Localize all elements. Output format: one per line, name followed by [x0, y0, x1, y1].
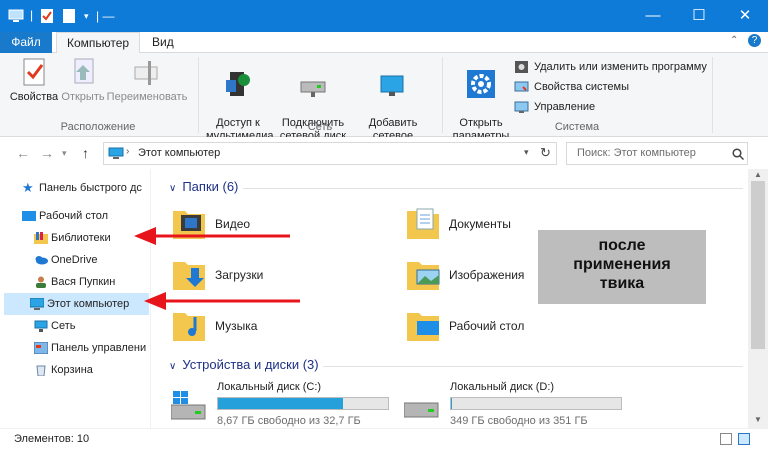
large-icons-view-icon[interactable]	[738, 433, 750, 445]
system-properties-icon	[514, 81, 529, 92]
back-button[interactable]: ←	[16, 145, 30, 161]
nav-control-panel[interactable]: Панель управлени	[34, 337, 161, 359]
help-icon[interactable]: ?	[748, 34, 761, 47]
computer-icon	[8, 9, 24, 22]
minimize-button[interactable]: —	[630, 0, 676, 32]
scrollbar-thumb[interactable]	[751, 181, 765, 349]
pictures-folder-icon	[407, 262, 440, 290]
properties-quick-icon[interactable]	[40, 8, 54, 24]
onedrive-icon	[35, 256, 48, 265]
rename-icon	[134, 61, 158, 85]
nav-this-pc[interactable]: Этот компьютер	[4, 293, 149, 315]
ribbon-separator	[198, 57, 199, 133]
star-icon: ★	[22, 180, 34, 195]
folders-section-header[interactable]: ∨ Папки (6)	[169, 179, 238, 194]
system-properties-button[interactable]: Свойства системы	[514, 79, 629, 95]
uninstall-icon	[515, 61, 528, 73]
forward-button[interactable]: →	[40, 145, 54, 161]
item-count: Элементов: 10	[14, 433, 90, 445]
open-icon	[74, 58, 94, 84]
manage-icon	[514, 101, 529, 113]
nav-onedrive[interactable]: OneDrive	[34, 249, 161, 271]
properties-button[interactable]: Свойства	[8, 57, 60, 104]
group-network-label: Сеть	[307, 121, 333, 133]
devices-section-header[interactable]: ∨ Устройства и диски (3)	[169, 357, 319, 372]
drive-usage-bar	[217, 397, 389, 410]
section-divider	[323, 366, 743, 367]
chevron-down-icon: ∨	[169, 183, 177, 194]
quick-access-dropdown-icon[interactable]: ▾	[84, 8, 89, 24]
drive-item[interactable]: Локальный диск (C:) 8,67 ГБ свободно из …	[171, 381, 389, 431]
navigation-pane: ★ Панель быстрого дс Рабочий стол Библио…	[0, 169, 149, 428]
user-icon	[36, 276, 46, 288]
libraries-icon	[34, 232, 48, 244]
documents-folder-icon	[407, 208, 439, 239]
network-drive-icon	[300, 81, 326, 97]
gear-icon	[467, 70, 495, 98]
downloads-folder-icon	[173, 262, 205, 290]
breadcrumb-chevron-icon[interactable]: ›	[126, 146, 129, 157]
details-view-icon[interactable]	[720, 433, 732, 445]
drive-icon	[404, 402, 439, 418]
maximize-button[interactable]: ☐	[676, 0, 722, 32]
nav-recycle-bin[interactable]: Корзина	[34, 359, 161, 381]
computer-icon	[108, 147, 124, 159]
desktop-folder-icon	[407, 313, 439, 341]
title-bar: | ▾ | — — ☐ ✕	[0, 0, 768, 32]
group-location-label: Расположение	[60, 121, 136, 133]
tab-file[interactable]: Файл	[0, 32, 52, 53]
scroll-down-icon[interactable]: ▼	[754, 415, 762, 424]
ribbon-separator	[712, 57, 713, 133]
status-bar: Элементов: 10	[0, 428, 768, 452]
address-dropdown-icon[interactable]: ▾	[524, 147, 529, 158]
drive-usage-bar	[450, 397, 622, 410]
vertical-scrollbar[interactable]: ▲ ▼	[748, 169, 768, 428]
ribbon-separator	[442, 57, 443, 133]
refresh-icon[interactable]: ↻	[540, 145, 551, 161]
drive-item[interactable]: Локальный диск (D:) 349 ГБ свободно из 3…	[404, 381, 622, 431]
new-folder-quick-icon[interactable]	[62, 8, 76, 24]
desktop-icon	[22, 211, 36, 221]
tweak-note: после применения твика	[538, 230, 706, 304]
uninstall-program-button[interactable]: Удалить или изменить программу	[514, 59, 707, 75]
ribbon: Свойства Открыть Переименовать Расположе…	[0, 53, 768, 155]
ribbon-tabs: Файл Компьютер Вид ⌃ ?	[0, 32, 768, 54]
media-access-icon	[226, 72, 250, 96]
nav-network[interactable]: Сеть	[34, 315, 161, 337]
chevron-down-icon: ∨	[169, 361, 177, 372]
folder-item[interactable]: Музыка	[171, 307, 351, 347]
nav-desktop[interactable]: Рабочий стол	[22, 205, 149, 227]
close-button[interactable]: ✕	[722, 0, 768, 32]
tab-computer[interactable]: Компьютер	[56, 32, 141, 54]
folder-item[interactable]: Рабочий стол	[405, 307, 585, 347]
properties-icon	[23, 58, 45, 86]
windows-drive-icon	[171, 391, 206, 420]
breadcrumb[interactable]: Этот компьютер	[138, 147, 220, 159]
network-icon	[34, 320, 48, 332]
address-row: ← → ▾ ↑ › Этот компьютер ▾ ↻ Поиск: Этот…	[0, 137, 768, 169]
open-button[interactable]: Открыть	[60, 57, 106, 104]
address-bar[interactable]: › Этот компьютер ▾ ↻	[103, 142, 557, 165]
computer-icon	[30, 298, 44, 310]
manage-button[interactable]: Управление	[514, 99, 595, 115]
control-panel-icon	[34, 342, 48, 354]
up-button[interactable]: ↑	[82, 145, 89, 161]
search-icon	[732, 148, 744, 160]
recycle-bin-icon	[36, 365, 46, 376]
music-folder-icon	[173, 313, 205, 341]
window-title: | —	[96, 9, 115, 23]
nav-quick-access[interactable]: ★ Панель быстрого дс	[22, 177, 149, 199]
red-arrow-this-pc	[144, 292, 300, 310]
section-divider	[243, 188, 743, 189]
group-system-label: Система	[554, 121, 600, 133]
collapse-ribbon-icon[interactable]: ⌃	[730, 35, 738, 46]
network-location-icon	[380, 75, 404, 96]
rename-button[interactable]: Переименовать	[106, 57, 188, 104]
search-input[interactable]: Поиск: Этот компьютер	[566, 142, 748, 165]
scroll-up-icon[interactable]: ▲	[754, 170, 762, 179]
tab-view[interactable]: Вид	[142, 32, 184, 53]
red-arrow-libraries	[134, 227, 290, 245]
recent-locations-icon[interactable]: ▾	[62, 148, 67, 159]
